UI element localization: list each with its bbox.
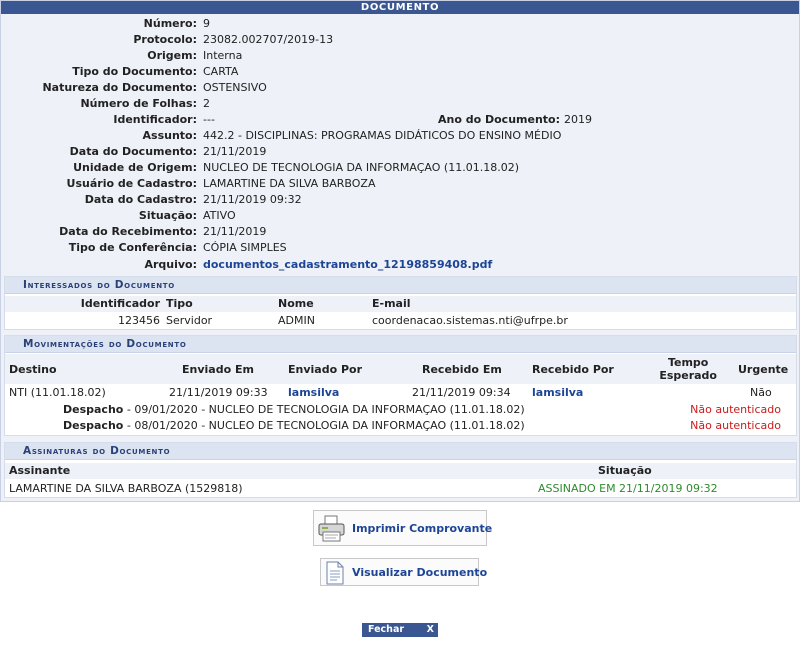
field-situacao: Situação: ATIVO: [138, 209, 236, 222]
table-row: LAMARTINE DA SILVA BARBOZA (1529818) ASS…: [9, 482, 718, 495]
field-protocolo: Protocolo: 23082.002707/2019-13: [133, 33, 334, 46]
movimentacoes-header-row: Destino Enviado Em Enviado Por Recebido …: [5, 354, 796, 384]
col-assinante: Assinante: [9, 464, 71, 477]
enviado-por-link[interactable]: lamsilva: [288, 385, 339, 401]
fechar-button[interactable]: Fechar X: [362, 623, 438, 637]
col-tipo: Tipo: [166, 297, 193, 310]
col-email: E-mail: [372, 297, 411, 310]
field-arquivo: Arquivo: documentos_cadastramento_121988…: [144, 257, 493, 273]
despacho-status: Não autenticado: [690, 419, 781, 432]
col-nome: Nome: [278, 297, 314, 310]
despacho-status: Não autenticado: [690, 403, 781, 416]
col-recebido-em: Recebido Em: [422, 363, 502, 376]
field-data-recebimento: Data do Recebimento: 21/11/2019: [59, 225, 267, 238]
col-identificador: Identificador: [80, 297, 160, 310]
field-numero: Número: 9: [143, 17, 210, 30]
field-usuario-cadastro: Usuário de Cadastro: LAMARTINE DA SILVA …: [66, 177, 376, 190]
despacho-row: Despacho - 09/01/2020 - NUCLEO DE TECNOL…: [63, 403, 781, 416]
movimentacoes-section: Movimentações do Documento Destino Envia…: [4, 335, 797, 436]
interessados-section: Interessados do Documento Identificador …: [4, 276, 797, 330]
movimentacoes-title: Movimentações do Documento: [5, 336, 796, 353]
field-folhas: Número de Folhas: 2: [80, 97, 210, 110]
imprimir-comprovante-button[interactable]: Imprimir Comprovante: [313, 510, 492, 547]
field-assunto: Assunto: 442.2 - DISCIPLINAS: PROGRAMAS …: [142, 129, 562, 142]
col-urgente: Urgente: [738, 363, 789, 376]
field-origem: Origem: Interna: [147, 49, 243, 62]
assinaturas-title: Assinaturas do Documento: [5, 443, 796, 460]
field-unidade-origem: Unidade de Origem: NUCLEO DE TECNOLOGIA …: [73, 161, 519, 174]
interessados-title: Interessados do Documento: [5, 277, 796, 294]
col-enviado-em: Enviado Em: [182, 363, 254, 376]
field-ano-value: 2019: [564, 113, 592, 126]
field-natureza: Natureza do Documento: OSTENSIVO: [42, 81, 267, 94]
field-data-documento: Data do Documento: 21/11/2019: [69, 145, 267, 158]
interessados-header-row: Identificador Tipo Nome E-mail: [5, 296, 796, 312]
document-panel: Documento Número: 9 Protocolo: 23082.002…: [0, 0, 800, 502]
close-icon: X: [426, 624, 434, 635]
field-tipo-conferencia: Tipo de Conferência: CÓPIA SIMPLES: [68, 241, 287, 254]
arquivo-link[interactable]: documentos_cadastramento_12198859408.pdf: [203, 257, 492, 273]
field-identificador: Identificador: --- Ano do Documento: 201…: [113, 113, 592, 126]
recebido-por-link[interactable]: lamsilva: [532, 385, 583, 401]
visualizar-documento-button[interactable]: Visualizar Documento: [320, 558, 487, 588]
field-ano-label: Ano do Documento:: [438, 113, 560, 126]
document-icon: [325, 561, 345, 588]
assinaturas-section: Assinaturas do Documento Assinante Situa…: [4, 442, 797, 498]
col-tempo-esperado: Tempo Esperado: [659, 356, 717, 382]
field-tipo-documento: Tipo do Documento: CARTA: [72, 65, 239, 78]
col-situacao: Situação: [598, 464, 652, 477]
col-destino: Destino: [9, 363, 57, 376]
assinatura-status: ASSINADO EM 21/11/2019 09:32: [538, 482, 718, 495]
table-row: NTI (11.01.18.02) 21/11/2019 09:33 lamsi…: [9, 385, 772, 401]
col-recebido-por: Recebido Por: [532, 363, 614, 376]
field-data-cadastro: Data do Cadastro: 21/11/2019 09:32: [84, 193, 302, 206]
panel-title: Documento: [1, 1, 799, 14]
col-enviado-por: Enviado Por: [288, 363, 363, 376]
table-row: 123456 Servidor ADMIN coordenacao.sistem…: [118, 314, 568, 327]
assinaturas-header-row: Assinante Situação: [5, 463, 796, 479]
despacho-row: Despacho - 08/01/2020 - NUCLEO DE TECNOL…: [63, 419, 781, 432]
printer-icon: [317, 514, 347, 547]
